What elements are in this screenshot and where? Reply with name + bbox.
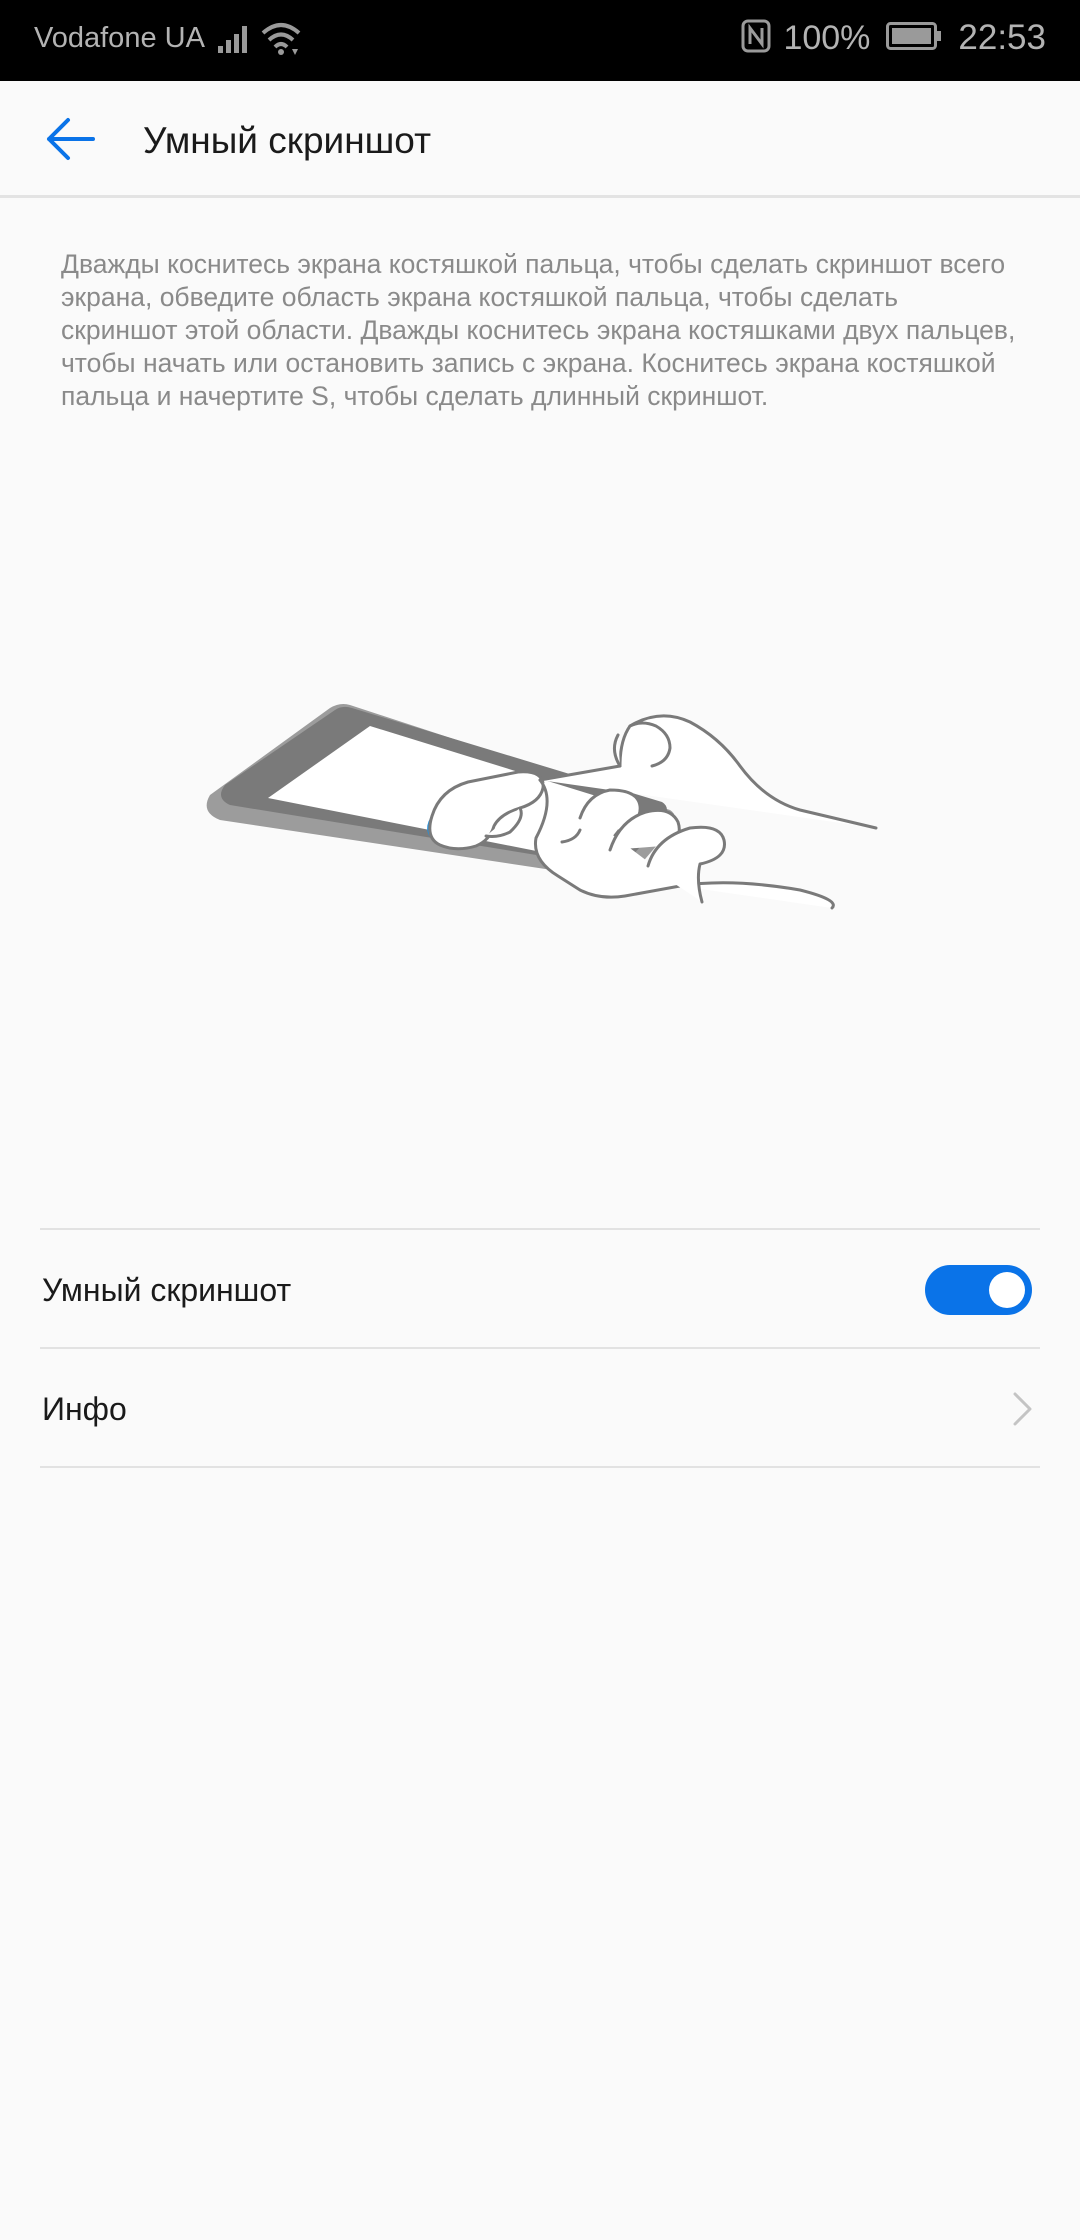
toggle-knob	[989, 1272, 1025, 1308]
wifi-icon	[260, 21, 302, 62]
back-button[interactable]	[30, 103, 110, 175]
smart-screenshot-row[interactable]: Умный скриншот	[40, 1230, 1040, 1347]
info-row[interactable]: Инфо	[40, 1349, 1040, 1466]
info-label: Инфо	[42, 1391, 127, 1427]
status-right-group: 100% 22:53	[741, 18, 1046, 58]
divider	[40, 1466, 1040, 1468]
signal-icon	[218, 24, 252, 59]
clock: 22:53	[958, 18, 1046, 57]
smart-screenshot-toggle[interactable]	[925, 1265, 1032, 1315]
status-bar: Vodafone UA 100% 22:53	[0, 0, 1080, 81]
app-bar: Умный скриншот	[0, 81, 1080, 198]
nfc-icon	[741, 19, 771, 58]
battery-percent: 100%	[783, 18, 871, 57]
battery-icon	[886, 21, 942, 55]
smart-screenshot-label: Умный скриншот	[42, 1272, 292, 1308]
arrow-left-icon	[47, 118, 95, 160]
chevron-right-icon	[1013, 1392, 1032, 1426]
feature-description: Дважды коснитесь экрана костяшкой пальца…	[61, 249, 1016, 411]
knuckle-gesture-illustration	[200, 690, 890, 990]
settings-list: Умный скриншот Инфо	[40, 1228, 1040, 1468]
carrier-label: Vodafone UA	[34, 22, 205, 54]
page-title: Умный скриншот	[143, 120, 432, 161]
